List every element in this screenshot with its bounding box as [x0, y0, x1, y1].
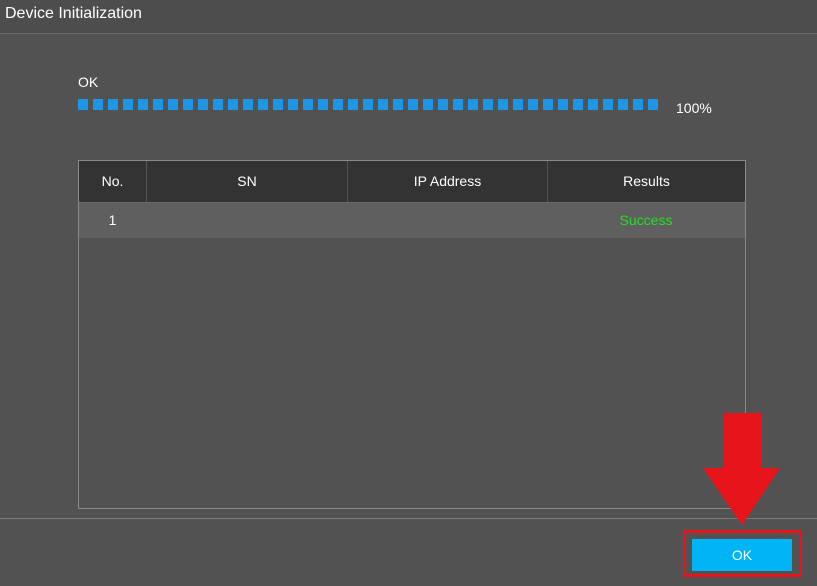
column-header-sn: SN [146, 161, 347, 202]
arrow-down-icon [703, 413, 780, 525]
progress-status: OK [78, 74, 99, 90]
cell-ip-address [347, 203, 547, 238]
dialog-title: Device Initialization [5, 5, 142, 22]
cell-sn [146, 203, 347, 238]
progress-bar [78, 99, 660, 110]
column-header-results: Results [547, 161, 745, 202]
progress-percent: 100% [676, 100, 712, 116]
cell-no: 1 [108, 212, 117, 228]
device-initialization-dialog: Device Initialization OK 100% No. SN IP … [0, 0, 817, 586]
results-table: No. SN IP Address Results 1 Success [78, 160, 746, 509]
ok-button[interactable]: OK [692, 539, 792, 571]
table-header: No. SN IP Address Results [79, 161, 745, 203]
cell-result: Success [619, 212, 673, 228]
column-header-ip-address: IP Address [347, 161, 547, 202]
title-bar: Device Initialization [0, 0, 817, 34]
footer-divider [0, 518, 817, 519]
column-header-no: No. [101, 173, 124, 189]
table-row[interactable]: 1 Success [79, 203, 745, 238]
